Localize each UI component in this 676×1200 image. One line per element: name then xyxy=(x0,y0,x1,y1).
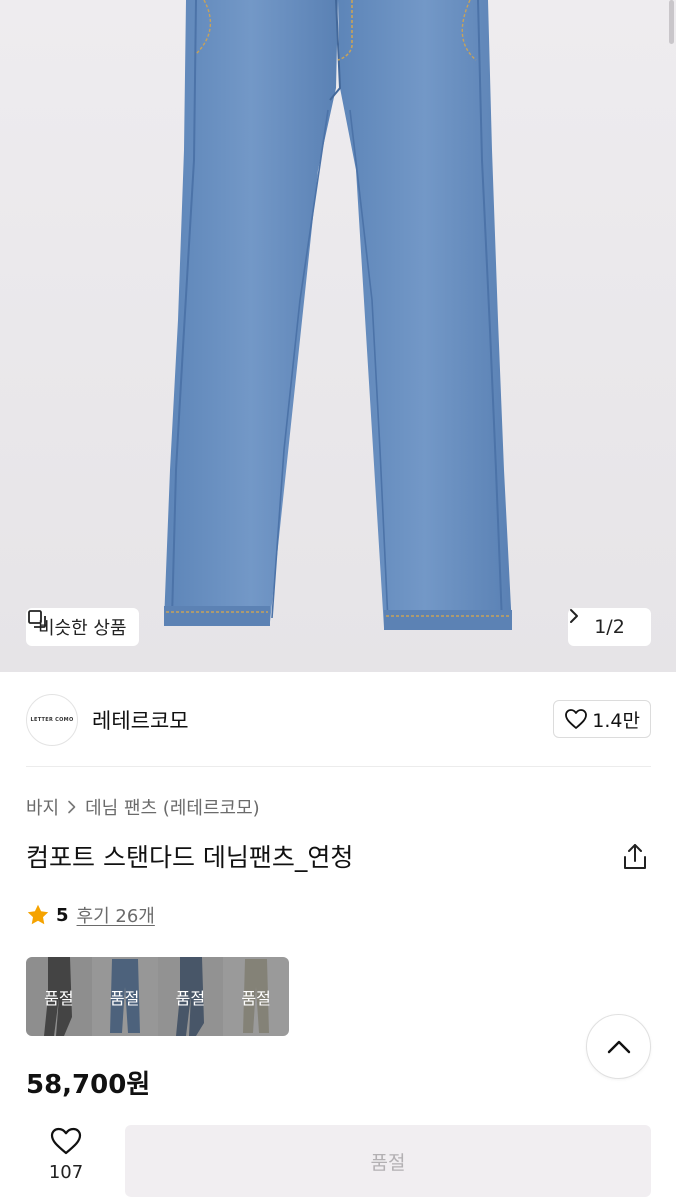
soldout-label: 품절 xyxy=(109,988,140,1008)
brand-like-button[interactable]: 1.4만 xyxy=(553,700,651,738)
reviews-link[interactable]: 후기 26개 xyxy=(77,902,155,928)
image-pager[interactable]: 1/2 xyxy=(568,608,651,646)
star-icon xyxy=(27,904,49,925)
soldout-label: 품절 xyxy=(175,988,206,1008)
soldout-label: 품절 xyxy=(44,988,74,1008)
rating-score: 5 xyxy=(56,904,69,926)
heart-icon xyxy=(565,709,588,729)
color-options: 품절 품절 품절 품절 xyxy=(26,957,289,1036)
stack-icon xyxy=(28,610,46,628)
similar-products-button[interactable]: 비슷한 상품 xyxy=(26,608,139,646)
pager-text: 1/2 xyxy=(594,616,625,638)
share-icon[interactable] xyxy=(621,842,649,872)
color-option-light-blue[interactable]: 품절 xyxy=(91,957,158,1036)
breadcrumb-category[interactable]: 바지 xyxy=(26,794,59,820)
product-image[interactable]: 비슷한 상품 1/2 xyxy=(0,0,676,672)
product-price: 58,700원 xyxy=(26,1070,151,1100)
brand-name[interactable]: 레테르코모 xyxy=(92,705,189,735)
product-title: 컴포트 스탠다드 데님팬츠_연청 xyxy=(26,843,354,872)
pager-total: 2 xyxy=(612,616,625,638)
soldout-label: 품절 xyxy=(241,988,271,1008)
brand-logo[interactable]: LETTER COMO xyxy=(26,694,78,746)
wishlist-button[interactable]: 107 xyxy=(36,1126,96,1192)
color-option-beige[interactable]: 품절 xyxy=(223,957,289,1036)
pager-current: 1 xyxy=(594,616,607,638)
color-option-mid-blue[interactable]: 품절 xyxy=(157,957,224,1036)
brand-logo-text: LETTER COMO xyxy=(30,717,74,723)
brand-row: LETTER COMO 레테르코모 1.4만 xyxy=(26,692,651,748)
similar-products-label: 비슷한 상품 xyxy=(38,618,127,639)
rating-row: 5 후기 26개 xyxy=(26,902,155,928)
jeans-illustration xyxy=(0,0,676,672)
breadcrumb: 바지 데님 팬츠 (레테르코모) xyxy=(26,794,260,820)
chevron-right-icon xyxy=(570,609,578,623)
scrollbar[interactable] xyxy=(669,0,674,44)
wishlist-count: 107 xyxy=(48,1162,84,1183)
brand-like-count: 1.4만 xyxy=(592,709,640,732)
chevron-right-icon xyxy=(68,800,76,814)
divider xyxy=(26,766,651,767)
heart-icon xyxy=(50,1127,82,1155)
color-option-black[interactable]: 품절 xyxy=(26,957,92,1036)
purchase-button-soldout[interactable]: 품절 xyxy=(125,1125,651,1197)
breadcrumb-subcategory[interactable]: 데님 팬츠 (레테르코모) xyxy=(85,794,260,820)
scroll-to-top-button[interactable] xyxy=(586,1014,651,1079)
chevron-up-icon xyxy=(607,1040,630,1053)
